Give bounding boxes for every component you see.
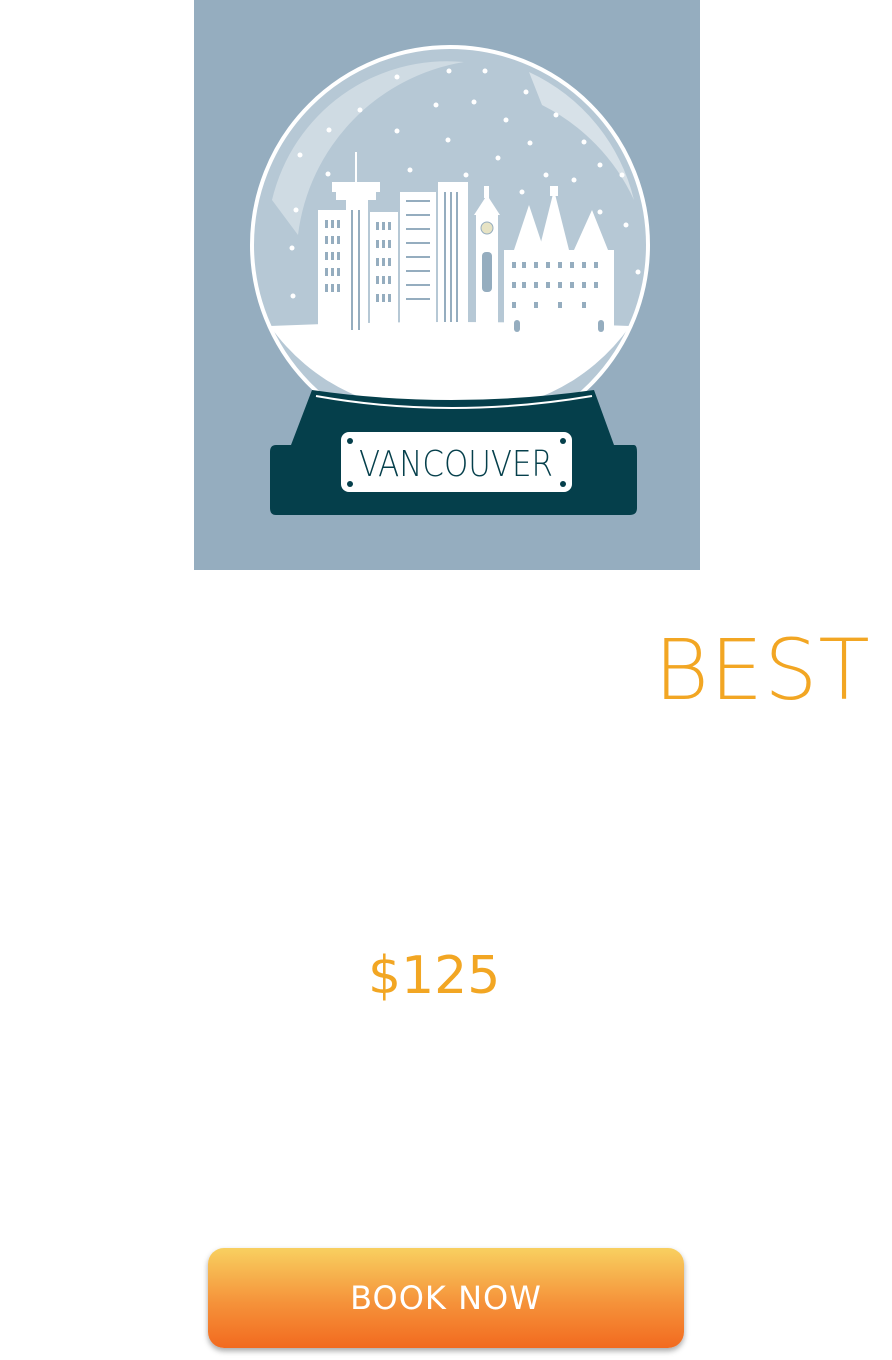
vancouver-snow-globe-illustration: VANCOUVER [250,45,650,515]
best-badge: BEST [654,621,871,719]
plaque-text: VANCOUVER [359,444,553,485]
price-label: $125 [368,946,501,1006]
clock-icon [480,221,494,235]
hero-image: VANCOUVER [194,0,700,570]
book-now-button[interactable]: BOOK NOW [208,1248,684,1348]
page: VANCOUVER BEST $125 BOOK NOW [0,0,892,1360]
